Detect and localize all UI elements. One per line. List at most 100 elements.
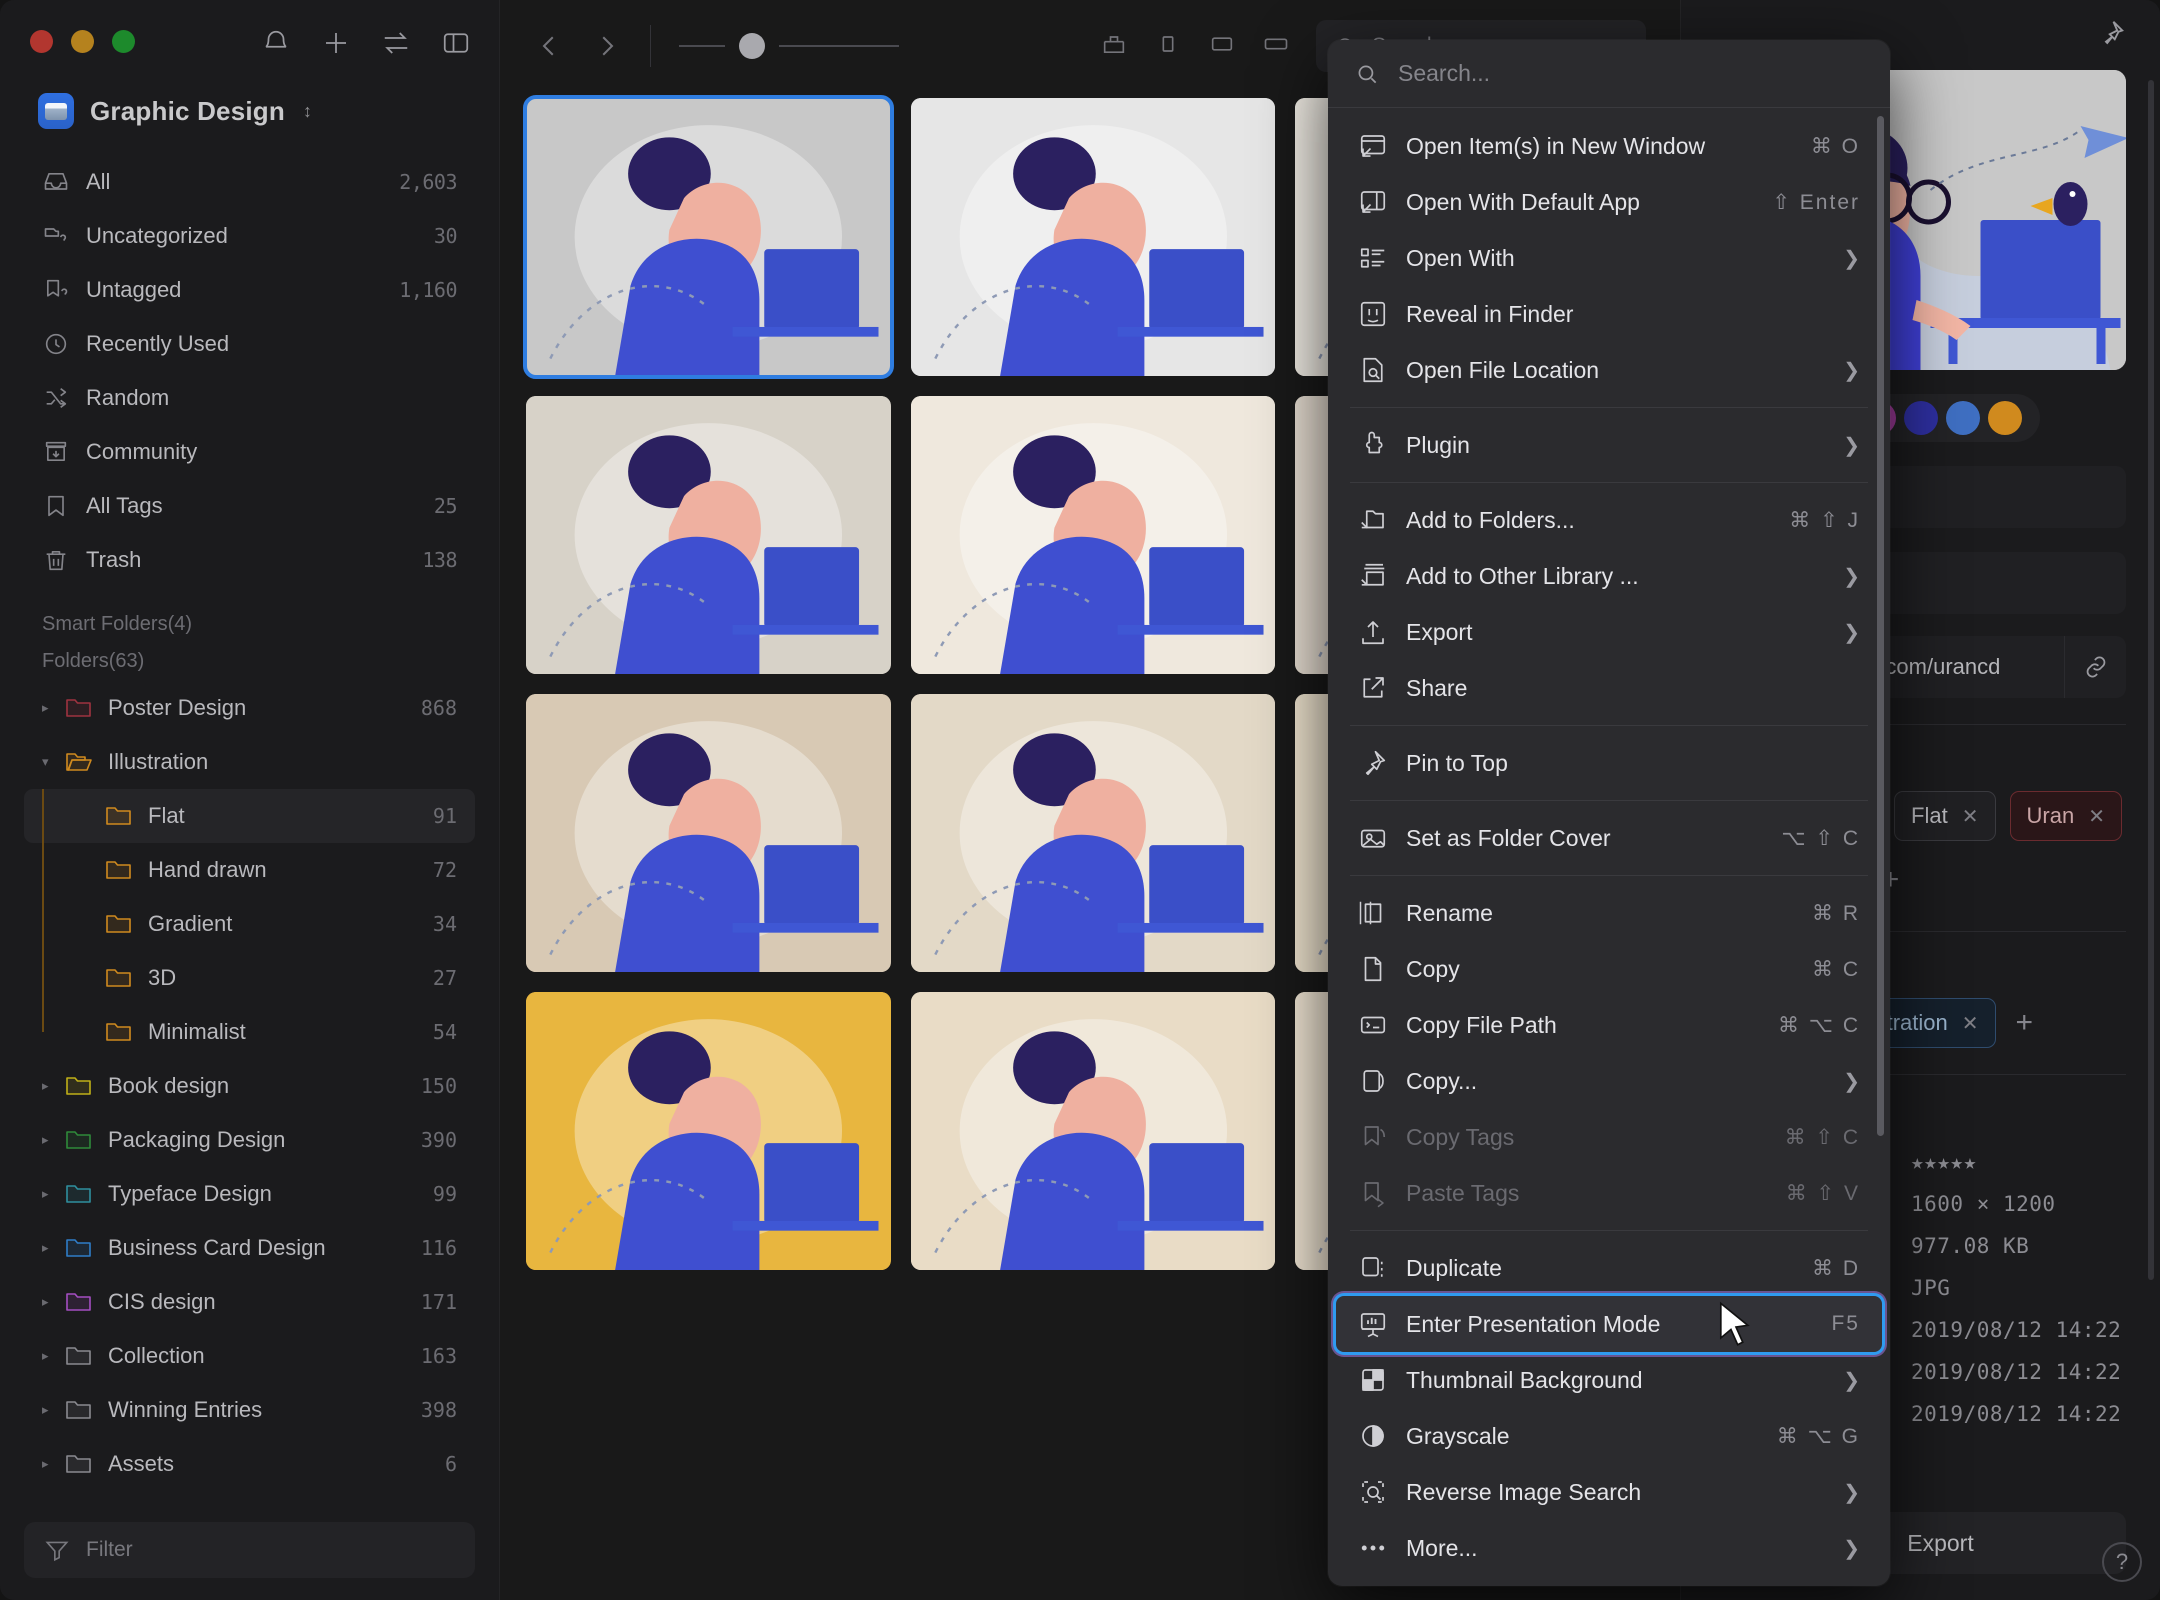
thumbnail-item[interactable] [910, 98, 1276, 376]
sync-icon[interactable] [381, 28, 411, 58]
remove-tag-chip-icon[interactable]: ✕ [2088, 804, 2105, 829]
chevron-updown-icon[interactable]: ↕ [303, 102, 312, 120]
folder-twisty-icon[interactable]: ▾ [42, 754, 64, 770]
sidebar-item-all-tags[interactable]: All Tags 25 [24, 479, 475, 533]
sidebar-item-uncategorized[interactable]: Uncategorized 30 [24, 209, 475, 263]
thumbnail-item[interactable] [910, 396, 1276, 674]
sidebar-item-random[interactable]: Random [24, 371, 475, 425]
chevron-right-icon[interactable]: ❯ [1843, 1368, 1860, 1393]
menu-item-rename[interactable]: Rename ⌘ R [1336, 885, 1882, 941]
menu-item-share[interactable]: Share [1336, 660, 1882, 716]
grid-view-icon[interactable] [1100, 30, 1128, 63]
remove-folder-chip-icon[interactable]: ✕ [1962, 1011, 1979, 1036]
folder-twisty-icon[interactable]: ▸ [42, 1348, 64, 1364]
menu-item-copy[interactable]: Copy ⌘ C [1336, 941, 1882, 997]
folder-row-poster-design[interactable]: ▸ Poster Design 868 [24, 681, 475, 735]
help-button[interactable]: ? [2102, 1542, 2142, 1582]
chevron-right-icon[interactable]: ❯ [1843, 1480, 1860, 1505]
folder-row-minimalist[interactable]: Minimalist 54 [24, 1005, 475, 1059]
zoom-window-button[interactable] [112, 30, 135, 53]
slider-knob[interactable] [739, 33, 765, 59]
folder-twisty-icon[interactable]: ▸ [42, 1240, 64, 1256]
chevron-right-icon[interactable]: ❯ [1843, 1069, 1860, 1094]
sidebar-item-recently-used[interactable]: Recently Used [24, 317, 475, 371]
menu-item-duplicate[interactable]: Duplicate ⌘ D [1336, 1240, 1882, 1296]
context-menu-search[interactable]: Search... [1328, 40, 1890, 108]
menu-item-grayscale[interactable]: Grayscale ⌘ ⌥ G [1336, 1408, 1882, 1464]
thumbnail-item[interactable] [910, 992, 1276, 1270]
menu-item-copy-file-path[interactable]: Copy File Path ⌘ ⌥ C [1336, 997, 1882, 1053]
folder-row-3d[interactable]: 3D 27 [24, 951, 475, 1005]
menu-item-thumbnail-background[interactable]: Thumbnail Background ❯ [1336, 1352, 1882, 1408]
library-switcher[interactable]: Graphic Design ↕ [0, 53, 499, 155]
column-view-icon[interactable] [1208, 30, 1236, 63]
close-window-button[interactable] [30, 30, 53, 53]
folder-row-flat[interactable]: Flat 91 [24, 789, 475, 843]
folder-row-hand-drawn[interactable]: Hand drawn 72 [24, 843, 475, 897]
filter-input[interactable]: Filter [24, 1522, 475, 1578]
plus-icon[interactable] [321, 28, 351, 58]
menu-item-open-with[interactable]: Open With ❯ [1336, 230, 1882, 286]
list-view-icon[interactable] [1154, 30, 1182, 63]
tag-chip[interactable]: Uran ✕ [2009, 791, 2122, 841]
folder-row-book-design[interactable]: ▸ Book design 150 [24, 1059, 475, 1113]
menu-item-open-item-s-in-new-window[interactable]: Open Item(s) in New Window ⌘ O [1336, 118, 1882, 174]
color-swatch[interactable] [1987, 401, 2022, 435]
folder-row-business-card-design[interactable]: ▸ Business Card Design 116 [24, 1221, 475, 1275]
menu-item-open-file-location[interactable]: Open File Location ❯ [1336, 342, 1882, 398]
menu-item-enter-presentation-mode[interactable]: Enter Presentation Mode F5 [1336, 1296, 1882, 1352]
chevron-right-icon[interactable]: ❯ [1843, 564, 1860, 589]
folder-twisty-icon[interactable]: ▸ [42, 1186, 64, 1202]
sidebar-item-all[interactable]: All 2,603 [24, 155, 475, 209]
forward-icon[interactable] [592, 31, 622, 61]
folder-twisty-icon[interactable]: ▸ [42, 1294, 64, 1310]
chevron-right-icon[interactable]: ❯ [1843, 246, 1860, 271]
folder-twisty-icon[interactable]: ▸ [42, 1456, 64, 1472]
folder-row-assets[interactable]: ▸ Assets 6 [24, 1437, 475, 1491]
menu-item-open-with-default-app[interactable]: Open With Default App ⇧ Enter [1336, 174, 1882, 230]
color-swatch[interactable] [1945, 401, 1980, 435]
pin-icon[interactable] [2096, 18, 2126, 53]
chevron-right-icon[interactable]: ❯ [1843, 358, 1860, 383]
folder-row-winning-entries[interactable]: ▸ Winning Entries 398 [24, 1383, 475, 1437]
folder-twisty-icon[interactable]: ▸ [42, 1402, 64, 1418]
sidebar-toggle-icon[interactable] [441, 28, 471, 58]
folder-row-cis-design[interactable]: ▸ CIS design 171 [24, 1275, 475, 1329]
sidebar-item-trash[interactable]: Trash 138 [24, 533, 475, 587]
chevron-right-icon[interactable]: ❯ [1843, 1536, 1860, 1561]
wide-view-icon[interactable] [1262, 30, 1290, 63]
folder-row-typeface-design[interactable]: ▸ Typeface Design 99 [24, 1167, 475, 1221]
menu-item-plugin[interactable]: Plugin ❯ [1336, 417, 1882, 473]
thumbnail-item[interactable] [523, 95, 894, 379]
thumbnail-item[interactable] [526, 694, 891, 972]
thumbnail-item[interactable] [526, 992, 891, 1270]
menu-item-copy[interactable]: Copy... ❯ [1336, 1053, 1882, 1109]
folder-row-gradient[interactable]: Gradient 34 [24, 897, 475, 951]
add-folder-chip-button[interactable]: + [2010, 1008, 2040, 1038]
menu-item-more[interactable]: More... ❯ [1336, 1520, 1882, 1576]
sidebar-item-community[interactable]: Community [24, 425, 475, 479]
inspector-scrollbar[interactable] [2148, 80, 2154, 1280]
folder-twisty-icon[interactable]: ▸ [42, 1078, 64, 1094]
folder-row-illustration[interactable]: ▾ Illustration [24, 735, 475, 789]
menu-item-pin-to-top[interactable]: Pin to Top [1336, 735, 1882, 791]
folder-row-packaging-design[interactable]: ▸ Packaging Design 390 [24, 1113, 475, 1167]
property-value[interactable]: ★★★★★ [1911, 1150, 1977, 1174]
tag-chip[interactable]: Flat ✕ [1894, 791, 1996, 841]
sidebar-item-untagged[interactable]: Untagged 1,160 [24, 263, 475, 317]
context-menu-scrollbar[interactable] [1877, 116, 1884, 1136]
minimize-window-button[interactable] [71, 30, 94, 53]
menu-item-add-to-folders[interactable]: Add to Folders... ⌘ ⇧ J [1336, 492, 1882, 548]
folder-row-collection[interactable]: ▸ Collection 163 [24, 1329, 475, 1383]
menu-item-export[interactable]: Export ❯ [1336, 604, 1882, 660]
chevron-right-icon[interactable]: ❯ [1843, 433, 1860, 458]
back-icon[interactable] [534, 31, 564, 61]
color-swatch[interactable] [1903, 401, 1938, 435]
remove-tag-chip-icon[interactable]: ✕ [1962, 804, 1979, 829]
menu-item-add-to-other-library[interactable]: Add to Other Library ... ❯ [1336, 548, 1882, 604]
menu-item-set-as-folder-cover[interactable]: Set as Folder Cover ⌥ ⇧ C [1336, 810, 1882, 866]
bell-icon[interactable] [261, 28, 291, 58]
folder-twisty-icon[interactable]: ▸ [42, 1132, 64, 1148]
menu-item-reverse-image-search[interactable]: Reverse Image Search ❯ [1336, 1464, 1882, 1520]
thumbnail-item[interactable] [910, 694, 1276, 972]
